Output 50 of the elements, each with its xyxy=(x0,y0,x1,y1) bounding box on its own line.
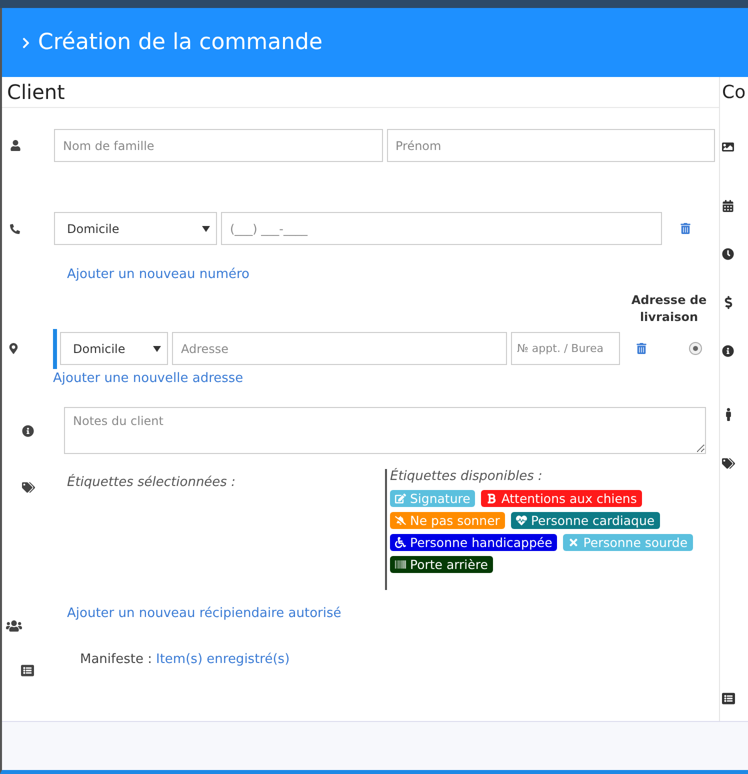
phone-type-select[interactable]: Domicile xyxy=(54,212,217,245)
address-type-select[interactable]: Domicile xyxy=(60,332,168,365)
add-recipient-link[interactable]: Ajouter un nouveau récipiendaire autorisé xyxy=(67,606,342,621)
tag-chip[interactable]: Personne cardiaque xyxy=(510,512,660,529)
dollar-icon xyxy=(722,296,735,309)
phone-icon xyxy=(10,224,20,234)
info-icon xyxy=(22,424,34,436)
info-icon xyxy=(722,345,734,357)
delivery-radio[interactable] xyxy=(689,342,702,355)
trash-icon[interactable] xyxy=(680,223,691,234)
close-icon xyxy=(568,537,580,548)
tag-chip[interactable]: Personne handicappée xyxy=(390,534,558,551)
user-icon xyxy=(10,140,21,151)
tag-chip[interactable]: Ne pas sonner xyxy=(390,512,505,529)
map-pin-icon xyxy=(8,343,19,354)
barcode-icon xyxy=(395,559,406,570)
list-icon xyxy=(21,664,34,677)
first-name-field[interactable]: Prénom xyxy=(386,129,715,162)
chevron-icon xyxy=(20,36,32,48)
add-address-link[interactable]: Ajouter une nouvelle adresse xyxy=(53,371,244,386)
section-title: Co xyxy=(722,81,747,105)
heartbeat-icon xyxy=(516,515,527,526)
available-tags-label: Étiquettes disponibles : xyxy=(390,469,544,484)
delivery-address-header: Adresse de livraison xyxy=(630,292,708,326)
address-accent-bar xyxy=(53,328,57,368)
address-field[interactable]: Adresse xyxy=(172,332,507,365)
clock-icon xyxy=(722,248,734,260)
phone-field[interactable]: (___) ___-____ xyxy=(221,212,662,245)
bell-slash-icon xyxy=(395,515,406,526)
modal-title: Création de la commande xyxy=(38,30,322,55)
trash-icon[interactable] xyxy=(636,343,647,354)
section-title: Client xyxy=(2,77,719,108)
tag-chip[interactable]: Attentions aux chiens xyxy=(481,490,642,507)
unit-field[interactable]: № appt. / Burea xyxy=(511,332,620,365)
list-icon xyxy=(722,692,735,705)
bold-icon xyxy=(486,493,498,504)
notes-field[interactable]: Notes du client xyxy=(64,407,706,454)
tags-icon xyxy=(22,481,35,494)
manifest-link[interactable]: Item(s) enregistré(s) xyxy=(156,652,290,667)
edit-icon xyxy=(395,493,406,504)
selected-tags-label: Étiquettes sélectionnées : xyxy=(67,475,236,490)
add-phone-link[interactable]: Ajouter un nouveau numéro xyxy=(67,267,250,282)
users-icon xyxy=(6,618,22,634)
wheelchair-icon xyxy=(395,537,406,548)
last-name-field[interactable]: Nom de famille xyxy=(54,129,382,162)
tags-icon xyxy=(722,457,735,470)
tag-chip[interactable]: Porte arrière xyxy=(390,556,493,573)
calendar-icon xyxy=(722,200,734,212)
manifest-label: Manifeste : xyxy=(80,652,152,667)
image-icon xyxy=(722,141,734,153)
